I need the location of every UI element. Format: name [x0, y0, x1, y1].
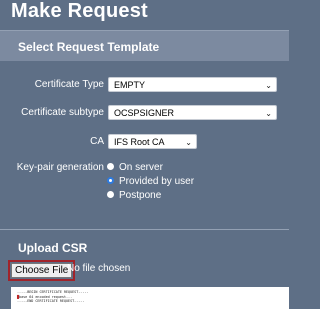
radio-postpone-label: Postpone — [119, 190, 162, 201]
radio-on-server[interactable]: On server — [107, 162, 163, 173]
radio-on-server-label: On server — [119, 162, 163, 173]
keypair-label: Key-pair generation — [16, 162, 104, 173]
radio-provided-by-user[interactable]: Provided by user — [107, 176, 194, 187]
chevron-down-icon: ⌄ — [265, 109, 272, 118]
ca-label: CA — [90, 136, 104, 147]
radio-postpone[interactable]: Postpone — [107, 190, 161, 201]
page-title: Make Request — [11, 0, 148, 22]
radio-selected-icon — [107, 176, 114, 184]
upload-csr-title: Upload CSR — [18, 241, 88, 255]
radio-unselected-icon — [107, 162, 114, 170]
upload-csr-header: Upload CSR — [0, 229, 289, 260]
select-template-title: Select Request Template — [18, 40, 160, 54]
csr-body-text: base 64 encoded request... — [19, 294, 73, 299]
certificate-type-row: Certificate Type EMPTY ⌄ — [0, 76, 289, 94]
certificate-type-label: Certificate Type — [34, 79, 104, 90]
chevron-down-icon: ⌄ — [265, 81, 272, 90]
certificate-subtype-select[interactable]: OCSPSIGNER ⌄ — [108, 105, 277, 120]
select-template-header: Select Request Template — [0, 30, 289, 61]
choose-file-button[interactable]: Choose File — [7, 260, 76, 281]
select-template-form: Certificate Type EMPTY ⌄ Certificate sub… — [0, 61, 289, 229]
ca-row: CA IFS Root CA ⌄ — [0, 133, 289, 151]
certificate-type-value: EMPTY — [114, 80, 146, 90]
ca-value: IFS Root CA — [114, 137, 165, 147]
radio-provided-by-user-label: Provided by user — [119, 176, 195, 187]
radio-unselected-icon — [107, 190, 114, 198]
upload-csr-file-row: Choose File No file chosen — [0, 259, 289, 285]
certificate-subtype-label: Certificate subtype — [21, 107, 104, 118]
csr-textarea[interactable]: -----BEGIN CERTIFICATE REQUEST----- █bas… — [11, 287, 289, 309]
certificate-subtype-row: Certificate subtype OCSPSIGNER ⌄ — [0, 104, 289, 122]
certificate-subtype-value: OCSPSIGNER — [114, 108, 175, 118]
chevron-down-icon: ⌄ — [185, 138, 192, 147]
ca-select[interactable]: IFS Root CA ⌄ — [108, 134, 197, 149]
certificate-type-select[interactable]: EMPTY ⌄ — [108, 77, 277, 92]
csr-end-line: -----END CERTIFICATE REQUEST----- — [17, 299, 85, 304]
file-status-text: No file chosen — [67, 263, 131, 274]
